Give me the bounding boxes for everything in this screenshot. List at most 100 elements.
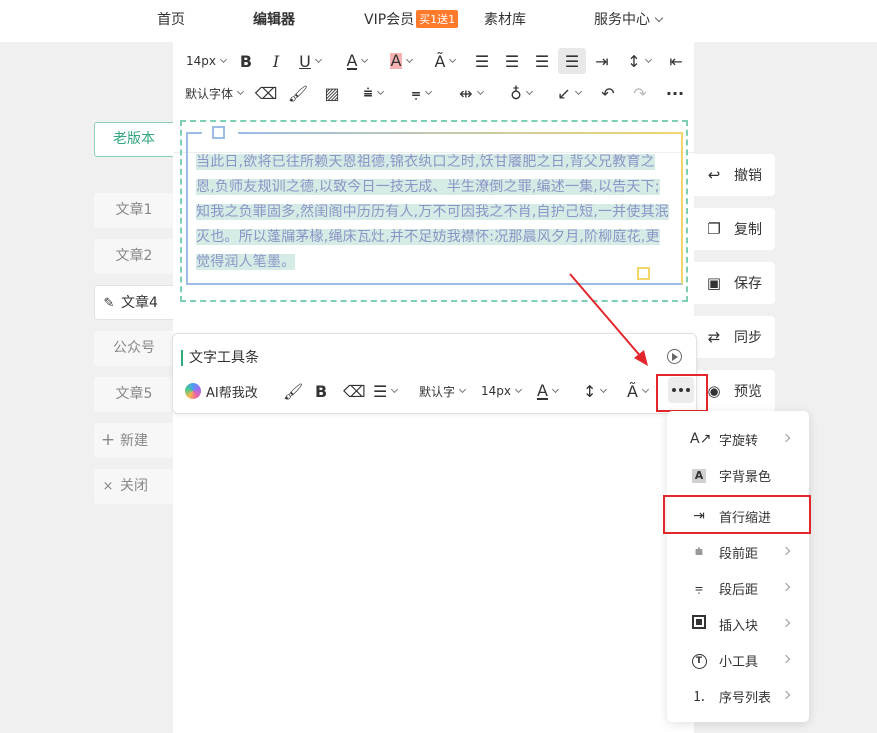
font-size-select[interactable]: 14px — [181, 48, 231, 74]
frame-top-line — [238, 132, 683, 134]
ai-logo-icon — [185, 383, 201, 399]
align-left-icon: ☰ — [373, 381, 388, 401]
annotation-arrow — [569, 273, 648, 366]
ai-rewrite-button[interactable]: AI帮我改 — [185, 378, 258, 404]
bold-button[interactable]: B — [315, 378, 327, 404]
font-family-select[interactable]: 默认字体 — [181, 80, 247, 106]
exit-button[interactable]: ⇤ — [665, 48, 687, 74]
copy-action-button[interactable]: ❐ 复制 — [694, 208, 775, 250]
sidebar-item-article1[interactable]: 文章1 — [94, 193, 174, 228]
close-label: 关闭 — [120, 478, 148, 494]
font-family-select[interactable]: 默认字 — [419, 378, 467, 404]
line-height-button[interactable]: ↕ — [621, 48, 657, 74]
align-right-button[interactable]: ☰ — [531, 48, 553, 74]
indent-button[interactable]: ⇥ — [591, 48, 613, 74]
nav-service-center[interactable]: 服务中心 — [594, 9, 664, 29]
chevron-down-icon — [551, 385, 559, 394]
sidebar-item-article5[interactable]: 文章5 — [94, 377, 174, 412]
font-family-value: 默认字 — [419, 384, 456, 399]
align-center-button[interactable]: ☰ — [501, 48, 523, 74]
close-icon: × — [102, 479, 114, 494]
format-painter-button[interactable]: 🖌 — [287, 80, 309, 106]
space-after-icon: ⩦ — [411, 83, 421, 102]
paragraph-spacing-before-button[interactable]: ⩧ — [355, 80, 391, 106]
sidebar-item-article2[interactable]: 文章2 — [94, 239, 174, 274]
undo-button[interactable]: ↶ — [597, 80, 619, 106]
sidebar-item-official-account[interactable]: 公众号 — [94, 331, 174, 366]
redo-icon: ↷ — [633, 83, 647, 103]
font-size-select[interactable]: 14px — [481, 378, 523, 404]
align-right-icon: ☰ — [534, 51, 550, 71]
arrow-tool-button[interactable]: ↙ — [551, 80, 587, 106]
save-action-button[interactable]: ▣ 保存 — [694, 262, 775, 304]
sidebar-item-article4[interactable]: ✎ 文章4 — [94, 285, 174, 320]
image-icon: ▨ — [324, 83, 340, 103]
editor-toolbar-row-1: 14px B I U A A Ã ☰ ☰ ☰ ☰ ⇥ ↕ ⇤ — [173, 44, 694, 78]
menu-item-text-rotate[interactable]: A↗ 字旋转 — [667, 421, 809, 457]
more-icon: ··· — [665, 83, 685, 103]
align-select[interactable]: ☰ — [373, 378, 399, 404]
highlight-icon: A — [389, 51, 403, 70]
bold-button[interactable]: B — [235, 48, 257, 74]
menu-item-text-background[interactable]: A 字背景色 — [667, 457, 809, 493]
nav-editor[interactable]: 编辑器 — [253, 9, 295, 29]
clear-format-button[interactable]: ⌫ — [254, 80, 278, 106]
play-icon[interactable] — [667, 349, 682, 364]
italic-button[interactable]: I — [265, 48, 287, 74]
sync-action-button[interactable]: ⇄ 同步 — [694, 316, 775, 358]
font-color-button[interactable]: A — [339, 48, 375, 74]
underline-button[interactable]: U — [295, 48, 325, 74]
indent-spacing-button[interactable]: ⇹ — [453, 80, 489, 106]
menu-item-label: 序号列表 — [719, 690, 772, 706]
align-center-icon: ☰ — [504, 51, 520, 71]
nav-vip[interactable]: VIP会员 买1送1 — [364, 9, 459, 29]
text-spacing-button[interactable]: Ã — [627, 378, 649, 404]
bold-icon: B — [315, 381, 328, 401]
toolbar-more-button[interactable]: ··· — [663, 80, 687, 106]
text-toolbar-title: 文字工具条 — [181, 350, 259, 366]
font-size-value: 14px — [186, 54, 216, 68]
new-article-button[interactable]: + 新建 — [94, 423, 174, 458]
copy-action-label: 复制 — [734, 222, 762, 238]
insert-image-button[interactable]: ▨ — [321, 80, 343, 106]
menu-item-space-before[interactable]: ⩧ 段前距 — [667, 534, 809, 570]
chevron-right-icon — [781, 582, 791, 592]
undo-icon: ↩ — [707, 166, 721, 184]
line-height-button[interactable]: ↕ — [583, 378, 608, 404]
menu-item-insert-block[interactable]: 插入块 — [667, 606, 809, 642]
menu-item-label: 小工具 — [719, 654, 759, 670]
menu-item-space-after[interactable]: ⩦ 段后距 — [667, 570, 809, 606]
chevron-down-icon — [236, 87, 245, 96]
content-text[interactable]: 当此日,欲将已往所赖天恩祖德,锦衣纨口之时,饫甘餍肥之日,背父兄教育之恩,负师友… — [196, 150, 671, 275]
nav-home[interactable]: 首页 — [157, 9, 185, 29]
ai-rewrite-label: AI帮我改 — [206, 385, 258, 401]
font-color-button[interactable]: A — [537, 378, 559, 404]
close-button[interactable]: × 关闭 — [94, 469, 174, 504]
highlight-color-button[interactable]: A — [383, 48, 419, 74]
text-spacing-button[interactable]: Ã — [427, 48, 463, 74]
highlight-box-first-line-indent — [663, 495, 811, 534]
new-label: 新建 — [120, 433, 148, 449]
align-left-icon: ☰ — [474, 51, 490, 71]
format-painter-button[interactable]: 🖌 — [283, 378, 303, 404]
undo-action-button[interactable]: ↩ 撤销 — [694, 154, 775, 196]
eraser-icon: ⌫ — [343, 381, 366, 401]
paragraph-spacing-after-button[interactable]: ⩦ — [403, 80, 439, 106]
nav-materials[interactable]: 素材库 — [484, 9, 526, 29]
chevron-down-icon — [391, 385, 399, 394]
eraser-icon: ⌫ — [254, 83, 278, 103]
line-height-icon: ↕ — [627, 51, 641, 71]
save-action-label: 保存 — [734, 276, 762, 292]
insert-tool-button[interactable]: ♁ — [503, 80, 539, 106]
menu-item-tools[interactable]: T 小工具 — [667, 642, 809, 678]
align-justify-button[interactable]: ☰ — [558, 48, 586, 74]
clear-format-button[interactable]: ⌫ — [343, 378, 366, 404]
align-left-button[interactable]: ☰ — [471, 48, 493, 74]
redo-button[interactable]: ↷ — [629, 80, 651, 106]
menu-item-numbered-list[interactable]: ⒈ 序号列表 — [667, 678, 809, 714]
old-version-button[interactable]: 老版本 — [94, 122, 174, 157]
space-before-icon: ⩧ — [694, 544, 704, 560]
edit-icon: ✎ — [103, 296, 115, 311]
chevron-right-icon — [781, 433, 791, 443]
format-painter-icon: 🖌 — [283, 381, 304, 401]
